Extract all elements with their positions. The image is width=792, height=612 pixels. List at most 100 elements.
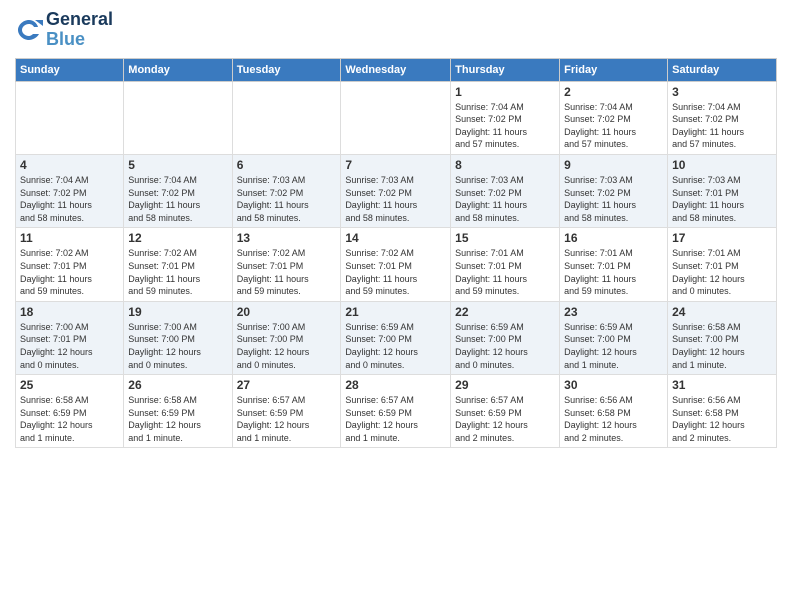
header-cell-monday: Monday (124, 58, 232, 81)
day-number: 7 (345, 158, 446, 172)
header-cell-thursday: Thursday (451, 58, 560, 81)
logo-icon (15, 16, 43, 44)
header-cell-tuesday: Tuesday (232, 58, 341, 81)
day-cell: 11 Sunrise: 7:02 AM Sunset: 7:01 PM Dayli… (16, 228, 124, 301)
day-number: 9 (564, 158, 663, 172)
day-cell: 24 Sunrise: 6:58 AM Sunset: 7:00 PM Dayli… (668, 301, 777, 374)
day-cell: 16Sunrise: 7:01 AM Sunset: 7:01 PM Dayli… (560, 228, 668, 301)
day-cell: 6 Sunrise: 7:03 AM Sunset: 7:02 PM Daylig… (232, 154, 341, 227)
day-info: Sunrise: 7:02 AM Sunset: 7:01 PM Dayligh… (237, 247, 337, 297)
day-info: Sunrise: 7:03 AM Sunset: 7:02 PM Dayligh… (455, 174, 555, 224)
day-number: 12 (128, 231, 227, 245)
day-cell: 17 Sunrise: 7:01 AM Sunset: 7:01 PM Dayli… (668, 228, 777, 301)
day-info: Sunrise: 7:02 AM Sunset: 7:01 PM Dayligh… (20, 247, 119, 297)
day-cell: 30 Sunrise: 6:56 AM Sunset: 6:58 PM Dayli… (560, 375, 668, 448)
day-number: 26 (128, 378, 227, 392)
day-number: 3 (672, 85, 772, 99)
calendar-table: SundayMondayTuesdayWednesdayThursdayFrid… (15, 58, 777, 449)
day-number: 10 (672, 158, 772, 172)
day-cell: 23 Sunrise: 6:59 AM Sunset: 7:00 PM Dayli… (560, 301, 668, 374)
day-cell: 13 Sunrise: 7:02 AM Sunset: 7:01 PM Dayli… (232, 228, 341, 301)
day-number: 6 (237, 158, 337, 172)
day-cell: 25 Sunrise: 6:58 AM Sunset: 6:59 PM Dayli… (16, 375, 124, 448)
week-row-3: 11 Sunrise: 7:02 AM Sunset: 7:01 PM Dayli… (16, 228, 777, 301)
day-number: 27 (237, 378, 337, 392)
day-info: Sunrise: 6:58 AM Sunset: 6:59 PM Dayligh… (20, 394, 119, 444)
day-cell: 10 Sunrise: 7:03 AM Sunset: 7:01 PM Dayli… (668, 154, 777, 227)
day-number: 16 (564, 231, 663, 245)
day-info: Sunrise: 6:59 AM Sunset: 7:00 PM Dayligh… (345, 321, 446, 371)
day-info: Sunrise: 6:56 AM Sunset: 6:58 PM Dayligh… (564, 394, 663, 444)
day-cell: 2 Sunrise: 7:04 AM Sunset: 7:02 PM Daylig… (560, 81, 668, 154)
day-number: 25 (20, 378, 119, 392)
week-row-5: 25 Sunrise: 6:58 AM Sunset: 6:59 PM Dayli… (16, 375, 777, 448)
day-info: Sunrise: 7:04 AM Sunset: 7:02 PM Dayligh… (20, 174, 119, 224)
day-info: Sunrise: 7:03 AM Sunset: 7:02 PM Dayligh… (564, 174, 663, 224)
day-number: 23 (564, 305, 663, 319)
day-number: 15 (455, 231, 555, 245)
day-number: 19 (128, 305, 227, 319)
day-number: 24 (672, 305, 772, 319)
header-cell-friday: Friday (560, 58, 668, 81)
day-info: Sunrise: 7:00 AM Sunset: 7:01 PM Dayligh… (20, 321, 119, 371)
day-info: Sunrise: 6:59 AM Sunset: 7:00 PM Dayligh… (564, 321, 663, 371)
day-cell (341, 81, 451, 154)
logo: General Blue (15, 10, 113, 50)
day-number: 20 (237, 305, 337, 319)
day-info: Sunrise: 7:04 AM Sunset: 7:02 PM Dayligh… (128, 174, 227, 224)
day-cell: 21Sunrise: 6:59 AM Sunset: 7:00 PM Dayli… (341, 301, 451, 374)
day-number: 5 (128, 158, 227, 172)
day-info: Sunrise: 7:02 AM Sunset: 7:01 PM Dayligh… (128, 247, 227, 297)
day-info: Sunrise: 7:04 AM Sunset: 7:02 PM Dayligh… (455, 101, 555, 151)
day-info: Sunrise: 7:04 AM Sunset: 7:02 PM Dayligh… (672, 101, 772, 151)
day-number: 28 (345, 378, 446, 392)
header: General Blue (15, 10, 777, 50)
day-info: Sunrise: 6:59 AM Sunset: 7:00 PM Dayligh… (455, 321, 555, 371)
day-cell: 3 Sunrise: 7:04 AM Sunset: 7:02 PM Daylig… (668, 81, 777, 154)
day-number: 2 (564, 85, 663, 99)
day-cell: 18 Sunrise: 7:00 AM Sunset: 7:01 PM Dayli… (16, 301, 124, 374)
day-info: Sunrise: 6:58 AM Sunset: 7:00 PM Dayligh… (672, 321, 772, 371)
day-cell: 14Sunrise: 7:02 AM Sunset: 7:01 PM Dayli… (341, 228, 451, 301)
day-number: 4 (20, 158, 119, 172)
week-row-2: 4 Sunrise: 7:04 AM Sunset: 7:02 PM Daylig… (16, 154, 777, 227)
logo-text: General Blue (46, 10, 113, 50)
day-number: 8 (455, 158, 555, 172)
day-cell: 1Sunrise: 7:04 AM Sunset: 7:02 PM Daylig… (451, 81, 560, 154)
day-cell: 20Sunrise: 7:00 AM Sunset: 7:00 PM Dayli… (232, 301, 341, 374)
day-number: 18 (20, 305, 119, 319)
day-info: Sunrise: 7:02 AM Sunset: 7:01 PM Dayligh… (345, 247, 446, 297)
day-cell: 22 Sunrise: 6:59 AM Sunset: 7:00 PM Dayli… (451, 301, 560, 374)
day-number: 29 (455, 378, 555, 392)
day-info: Sunrise: 7:01 AM Sunset: 7:01 PM Dayligh… (455, 247, 555, 297)
day-info: Sunrise: 7:04 AM Sunset: 7:02 PM Dayligh… (564, 101, 663, 151)
day-cell: 28Sunrise: 6:57 AM Sunset: 6:59 PM Dayli… (341, 375, 451, 448)
day-number: 11 (20, 231, 119, 245)
day-cell: 12 Sunrise: 7:02 AM Sunset: 7:01 PM Dayli… (124, 228, 232, 301)
day-cell: 15 Sunrise: 7:01 AM Sunset: 7:01 PM Dayli… (451, 228, 560, 301)
header-cell-wednesday: Wednesday (341, 58, 451, 81)
day-info: Sunrise: 7:03 AM Sunset: 7:01 PM Dayligh… (672, 174, 772, 224)
day-number: 22 (455, 305, 555, 319)
day-cell: 31 Sunrise: 6:56 AM Sunset: 6:58 PM Dayli… (668, 375, 777, 448)
day-number: 13 (237, 231, 337, 245)
day-cell (124, 81, 232, 154)
day-cell (16, 81, 124, 154)
week-row-1: 1Sunrise: 7:04 AM Sunset: 7:02 PM Daylig… (16, 81, 777, 154)
header-cell-sunday: Sunday (16, 58, 124, 81)
week-row-4: 18 Sunrise: 7:00 AM Sunset: 7:01 PM Dayli… (16, 301, 777, 374)
day-cell: 27Sunrise: 6:57 AM Sunset: 6:59 PM Dayli… (232, 375, 341, 448)
day-number: 17 (672, 231, 772, 245)
day-number: 30 (564, 378, 663, 392)
day-info: Sunrise: 7:00 AM Sunset: 7:00 PM Dayligh… (128, 321, 227, 371)
day-info: Sunrise: 7:01 AM Sunset: 7:01 PM Dayligh… (672, 247, 772, 297)
day-cell (232, 81, 341, 154)
day-info: Sunrise: 6:56 AM Sunset: 6:58 PM Dayligh… (672, 394, 772, 444)
day-number: 31 (672, 378, 772, 392)
header-row: SundayMondayTuesdayWednesdayThursdayFrid… (16, 58, 777, 81)
day-cell: 5 Sunrise: 7:04 AM Sunset: 7:02 PM Daylig… (124, 154, 232, 227)
header-cell-saturday: Saturday (668, 58, 777, 81)
day-cell: 26Sunrise: 6:58 AM Sunset: 6:59 PM Dayli… (124, 375, 232, 448)
day-cell: 19 Sunrise: 7:00 AM Sunset: 7:00 PM Dayli… (124, 301, 232, 374)
day-info: Sunrise: 7:03 AM Sunset: 7:02 PM Dayligh… (237, 174, 337, 224)
